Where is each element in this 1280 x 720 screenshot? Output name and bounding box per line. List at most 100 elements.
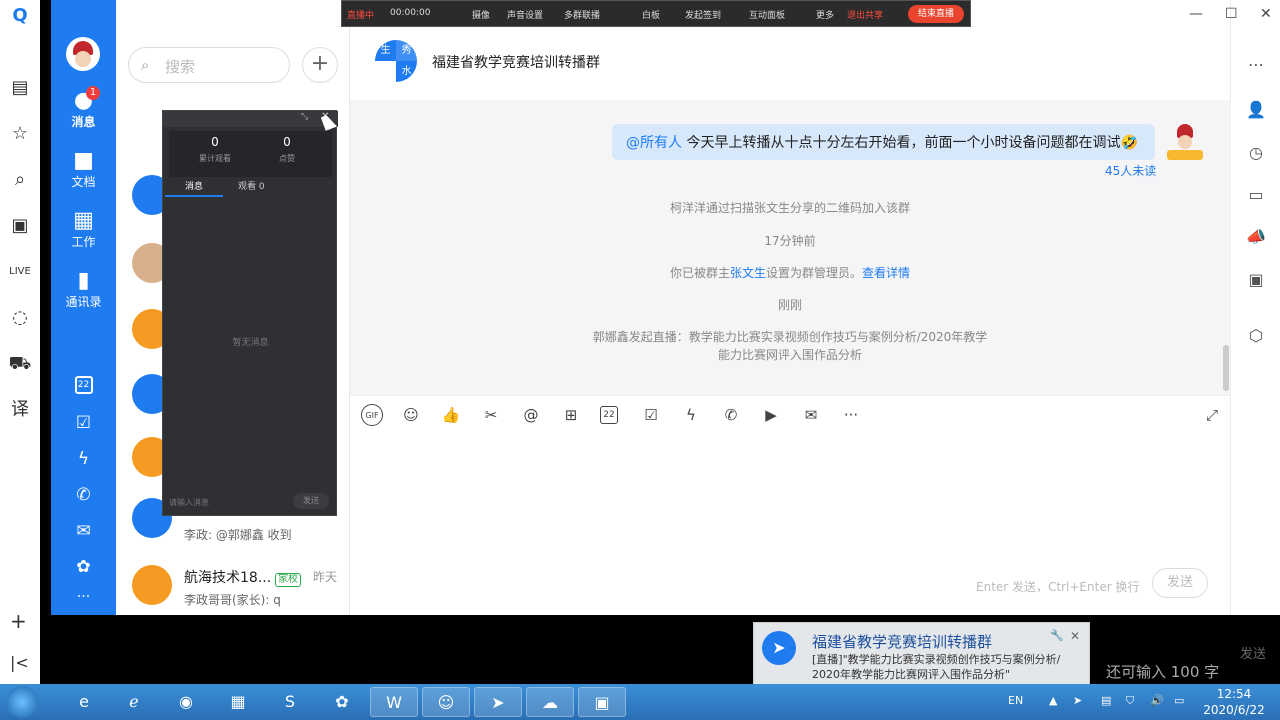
- pin-icon[interactable]: 🔧: [1050, 629, 1064, 642]
- chrome-icon[interactable]: ◉: [162, 687, 210, 717]
- network-icon[interactable]: ▭: [1174, 694, 1184, 707]
- tab-messages[interactable]: 消息: [185, 179, 203, 192]
- cart-icon[interactable]: ⛟: [8, 352, 32, 376]
- thumbs-up-icon[interactable]: 👍: [440, 404, 462, 426]
- nav-item-messages[interactable]: ● 消息 1: [51, 86, 116, 130]
- history-icon[interactable]: ◷: [1244, 141, 1268, 165]
- live-panel-titlebar[interactable]: ⤡ ✕: [163, 111, 338, 127]
- cube-icon[interactable]: ⬡: [1244, 324, 1268, 348]
- audio-settings-button[interactable]: 声音设置: [507, 8, 543, 21]
- group-avatar: 生 秀 水: [375, 40, 417, 82]
- message-input[interactable]: 请输入消息: [169, 497, 209, 508]
- whiteboard-button[interactable]: 白板: [642, 8, 660, 21]
- sogou-icon[interactable]: S: [266, 687, 314, 717]
- start-button[interactable]: [6, 686, 38, 718]
- avatar[interactable]: [1165, 122, 1205, 162]
- add-button[interactable]: +: [302, 47, 338, 83]
- photos-icon[interactable]: ✿: [318, 687, 366, 717]
- contact-card-icon[interactable]: ▤: [8, 76, 32, 100]
- expand-icon[interactable]: ⤢: [1201, 404, 1223, 426]
- dingtalk-icon[interactable]: ➤: [474, 687, 522, 717]
- send-button[interactable]: 发送: [1152, 568, 1208, 598]
- owner-link[interactable]: 张文生: [730, 266, 766, 280]
- interaction-panel-button[interactable]: 互动面板: [749, 8, 785, 21]
- mail-button[interactable]: ✉: [51, 518, 116, 544]
- mention-icon[interactable]: @: [520, 404, 542, 426]
- apps-icon[interactable]: ▦: [214, 687, 262, 717]
- tv-icon[interactable]: ▣: [1244, 268, 1268, 292]
- check-in-button[interactable]: 发起签到: [685, 8, 721, 21]
- tray-app-icon[interactable]: ▤: [1101, 694, 1111, 707]
- scrollbar[interactable]: [1223, 345, 1229, 391]
- more-button[interactable]: 更多: [816, 8, 834, 21]
- conversation-name: 航海技术18...: [184, 570, 272, 586]
- calendar-button[interactable]: 22: [51, 376, 116, 394]
- user-app-icon[interactable]: ☺: [422, 687, 470, 717]
- scissors-icon[interactable]: ✂: [480, 404, 502, 426]
- tab-viewers[interactable]: 观看 0: [238, 179, 265, 192]
- flash-button[interactable]: ϟ: [51, 446, 116, 472]
- browser-icon[interactable]: e: [60, 687, 108, 717]
- star-icon[interactable]: ☆: [8, 122, 32, 146]
- ie-icon[interactable]: ℯ: [110, 687, 158, 717]
- emoji-icon[interactable]: ☺: [400, 404, 422, 426]
- comment-icon[interactable]: ◌: [8, 306, 32, 330]
- notification-popup[interactable]: ➤ 福建省教学竞赛培训转播群 🔧 ✕ [直播]"教学能力比赛实录视频创作技巧与案…: [753, 622, 1090, 688]
- apps-button[interactable]: ✿: [51, 554, 116, 580]
- gif-icon[interactable]: GIF: [361, 404, 383, 426]
- mention-all[interactable]: @所有人: [626, 135, 682, 151]
- folder-icon[interactable]: ▭: [1244, 183, 1268, 207]
- wps-icon[interactable]: W: [370, 687, 418, 717]
- translate-icon[interactable]: 译: [8, 398, 32, 422]
- minimize-icon[interactable]: —: [1189, 6, 1203, 22]
- search-icon[interactable]: ⌕: [8, 168, 32, 192]
- maximize-icon[interactable]: ☐: [1225, 6, 1238, 22]
- search-input[interactable]: ⌕ 搜索: [128, 47, 290, 83]
- system-clock[interactable]: 12:54 2020/6/22: [1196, 686, 1272, 718]
- exit-share-button[interactable]: 退出共享: [847, 8, 883, 21]
- nav-item-contacts[interactable]: ▮ 通讯录: [51, 268, 116, 310]
- camera-button[interactable]: 摄像: [472, 8, 490, 21]
- volume-icon[interactable]: 🔊: [1150, 694, 1164, 707]
- lightning-icon: ϟ: [77, 449, 90, 469]
- nav-item-docs[interactable]: ■ 文档: [51, 148, 116, 190]
- view-details-link[interactable]: 查看详情: [862, 266, 910, 280]
- mail-icon[interactable]: ✉: [800, 404, 822, 426]
- phone-icon[interactable]: ✆: [720, 404, 742, 426]
- tasks-button[interactable]: ☑: [51, 410, 116, 436]
- conversation-tag: 家校: [275, 573, 302, 587]
- checkbox-icon[interactable]: ☑: [640, 404, 662, 426]
- send-button[interactable]: 发送: [293, 493, 329, 509]
- tv-icon[interactable]: ▣: [578, 687, 626, 717]
- megaphone-icon[interactable]: 📣: [1244, 225, 1268, 249]
- close-icon[interactable]: ✕: [1070, 629, 1080, 643]
- language-indicator[interactable]: EN: [1008, 694, 1023, 707]
- live-icon[interactable]: LIVE: [8, 260, 32, 284]
- collapse-icon[interactable]: |<: [10, 653, 29, 672]
- end-live-button[interactable]: 结束直播: [908, 5, 964, 23]
- live-video-icon[interactable]: ▶: [760, 404, 782, 426]
- collapse-icon[interactable]: ⤡: [301, 112, 308, 122]
- add-member-icon[interactable]: 👤: [1244, 98, 1268, 122]
- tray-expand-icon[interactable]: ▲: [1049, 694, 1057, 707]
- dingtalk-tray-icon[interactable]: ➤: [1073, 694, 1082, 707]
- video-icon[interactable]: ▣: [8, 214, 32, 238]
- close-icon[interactable]: ✕: [1260, 6, 1272, 22]
- file-add-icon[interactable]: ⊞: [560, 404, 582, 426]
- nav-item-work[interactable]: ▦ 工作: [51, 208, 116, 250]
- more-button[interactable]: ···: [51, 584, 116, 610]
- phone-button[interactable]: ✆: [51, 482, 116, 508]
- shield-icon[interactable]: ⛉: [1126, 694, 1134, 708]
- calendar-icon[interactable]: 22: [600, 406, 618, 424]
- more-options-icon[interactable]: ⋯: [1244, 53, 1268, 77]
- cloud-icon[interactable]: ☁: [526, 687, 574, 717]
- lightning-icon[interactable]: ϟ: [680, 404, 702, 426]
- timestamp: 17分钟前: [764, 234, 816, 248]
- unread-count[interactable]: 45人未读: [1105, 162, 1156, 179]
- message-bubble[interactable]: @所有人 今天早上转播从十点十分左右开始看，前面一个小时设备问题都在调试🤣: [612, 124, 1155, 160]
- plus-icon[interactable]: +: [10, 609, 27, 633]
- empty-state: 暂无消息: [232, 338, 269, 348]
- more-icon[interactable]: ···: [840, 404, 862, 426]
- avatar[interactable]: [66, 37, 100, 71]
- multi-group-button[interactable]: 多群联播: [564, 8, 600, 21]
